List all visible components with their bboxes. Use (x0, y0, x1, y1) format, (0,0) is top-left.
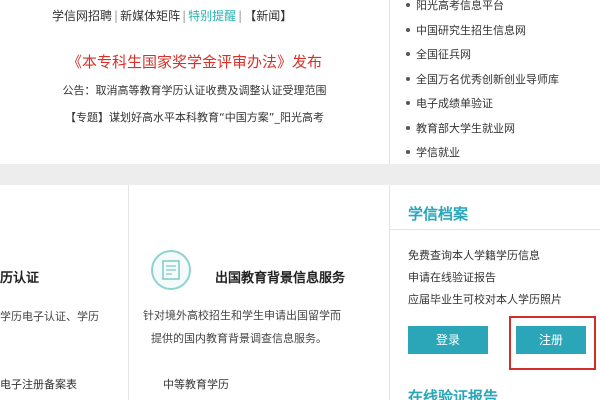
services-panel (0, 185, 389, 400)
link-registration-form[interactable]: 电子注册备案表 (0, 376, 77, 392)
archive-item-query[interactable]: 免费查询本人学籍学历信息 (408, 245, 562, 267)
link-news[interactable]: 【新闻】 (244, 9, 292, 23)
archive-item-photo[interactable]: 应届毕业生可校对本人学历照片 (408, 289, 562, 311)
card-title-overseas[interactable]: 出国教育背景信息服务 (215, 267, 345, 286)
highlight-box (509, 316, 596, 370)
bullet-icon (406, 52, 410, 56)
archive-title: 学信档案 (408, 205, 469, 223)
archive-item-report[interactable]: 申请在线验证报告 (408, 267, 562, 289)
link-special-reminder[interactable]: 特别提醒 (188, 9, 236, 23)
card-title-certification[interactable]: 历认证 (0, 267, 39, 286)
link-secondary-education[interactable]: 中等教育学历 (163, 376, 229, 392)
list-item-label: 全国征兵网 (416, 48, 471, 61)
separator: | (182, 9, 187, 23)
certificate-icon (151, 250, 191, 290)
related-sites-list: 阳光高考信息平台 中国研究生招生信息网 全国征兵网 全国万名优秀创新创业导师库 … (406, 0, 559, 166)
list-item[interactable]: 全国征兵网 (406, 43, 559, 68)
bullet-icon (406, 3, 410, 7)
link-new-media[interactable]: 新媒体矩阵 (120, 9, 180, 23)
card-desc-overseas-2: 提供的国内教育背景调查信息服务。 (151, 332, 327, 345)
list-item-label: 中国研究生招生信息网 (416, 23, 526, 37)
column-divider (128, 185, 129, 400)
headline-link[interactable]: 《本专科生国家奖学金评审办法》发布 (0, 51, 389, 72)
bullet-icon (406, 101, 410, 105)
list-item[interactable]: 中国研究生招生信息网 (406, 19, 559, 44)
separator: | (238, 9, 243, 23)
list-item-label: 教育部大学生就业网 (416, 121, 515, 135)
list-item[interactable]: 学信就业 (406, 141, 559, 166)
list-item[interactable]: 电子成绩单验证 (406, 92, 559, 117)
list-item[interactable]: 阳光高考信息平台 (406, 0, 559, 19)
separator: | (114, 9, 119, 23)
related-sites-panel: 阳光高考信息平台 中国研究生招生信息网 全国征兵网 全国万名优秀创新创业导师库 … (389, 0, 600, 164)
online-verification-title: 在线验证报告 (408, 388, 499, 400)
top-links: 学信网招聘 | 新媒体矩阵 | 特别提醒 | 【新闻】 (52, 7, 292, 24)
bullet-icon (406, 150, 410, 154)
card-desc-overseas-1: 针对境外高校招生和学生申请出国留学而 (143, 309, 341, 322)
link-recruitment[interactable]: 学信网招聘 (52, 9, 112, 23)
archive-list: 免费查询本人学籍学历信息 申请在线验证报告 应届毕业生可校对本人学历照片 (408, 245, 562, 311)
list-item-label: 阳光高考信息平台 (416, 0, 504, 12)
list-item[interactable]: 教育部大学生就业网 (406, 117, 559, 142)
list-item-label: 电子成绩单验证 (416, 97, 493, 110)
divider (390, 229, 600, 230)
bullet-icon (406, 76, 410, 81)
topic-link[interactable]: 【专题】谋划好高水平本科教育“中国方案”_阳光高考 (0, 109, 389, 125)
bullet-icon (406, 27, 410, 32)
bullet-icon (406, 125, 410, 130)
card-desc-certification: 学历电子认证、学历 (0, 310, 99, 323)
list-item-label: 全国万名优秀创新创业导师库 (416, 72, 559, 86)
list-item[interactable]: 全国万名优秀创新创业导师库 (406, 68, 559, 93)
login-button[interactable]: 登录 (408, 326, 488, 354)
notice-link[interactable]: 公告：取消高等教育学历认证收费及调整认证受理范围 (0, 82, 389, 98)
list-item-label: 学信就业 (416, 146, 460, 159)
news-panel: 学信网招聘 | 新媒体矩阵 | 特别提醒 | 【新闻】 《本专科生国家奖学金评审办法》发布 … (0, 0, 389, 164)
